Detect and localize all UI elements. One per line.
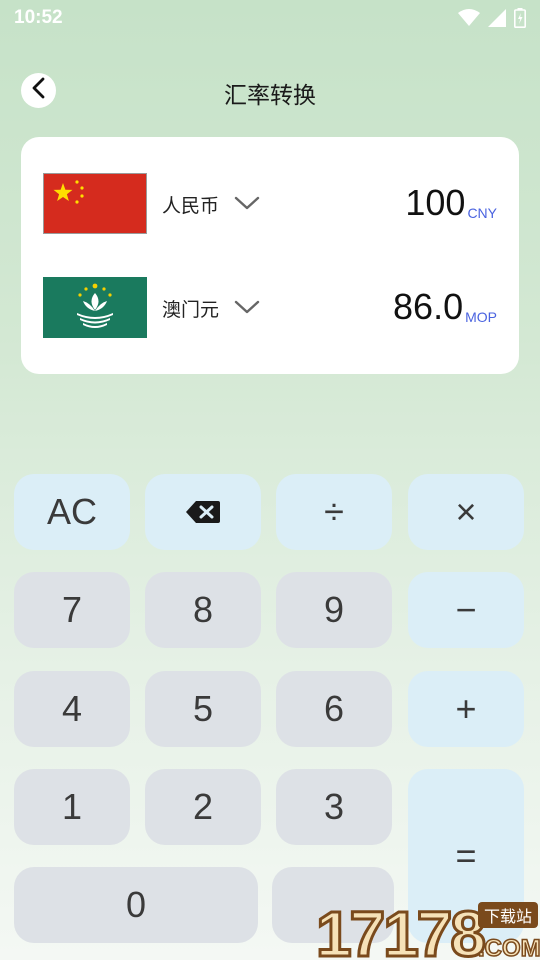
key-7[interactable]: 7	[14, 572, 130, 648]
cellular-signal-icon	[488, 9, 506, 27]
key-4[interactable]: 4	[14, 671, 130, 747]
plus-button[interactable]: +	[408, 671, 524, 747]
key-3[interactable]: 3	[276, 769, 392, 845]
key-9[interactable]: 9	[276, 572, 392, 648]
chevron-down-icon[interactable]	[233, 191, 261, 215]
currency-code-cny: CNY	[467, 205, 497, 221]
backspace-button[interactable]	[145, 474, 261, 550]
amount-cny[interactable]: 100 CNY	[405, 183, 497, 223]
amount-mop[interactable]: 86.0 MOP	[393, 287, 497, 327]
watermark-sub: 下载站	[484, 907, 532, 926]
minus-button[interactable]: −	[408, 572, 524, 648]
watermark-logo: 17178 下载站 .COM	[315, 897, 540, 960]
currency-name-cny[interactable]: 人民币	[162, 191, 219, 218]
key-0[interactable]: 0	[14, 867, 258, 943]
currency-row-cny[interactable]: 人民币 100 CNY	[21, 173, 519, 235]
key-1[interactable]: 1	[14, 769, 130, 845]
status-icons	[458, 8, 526, 28]
key-5[interactable]: 5	[145, 671, 261, 747]
chevron-down-icon[interactable]	[233, 295, 261, 319]
status-time: 10:52	[14, 7, 63, 28]
wifi-icon	[458, 9, 480, 27]
converter-card: 人民币 100 CNY 澳门元 86.0 MOP	[21, 137, 519, 374]
key-8[interactable]: 8	[145, 572, 261, 648]
clear-button[interactable]: AC	[14, 474, 130, 550]
key-2[interactable]: 2	[145, 769, 261, 845]
watermark-number: 17178	[316, 898, 484, 960]
watermark-domain: .COM	[478, 935, 540, 960]
amount-value-cny: 100	[405, 182, 466, 223]
status-bar: 10:52	[0, 0, 540, 36]
multiply-button[interactable]: ×	[408, 474, 524, 550]
page-title: 汇率转换	[224, 83, 316, 109]
currency-name-mop[interactable]: 澳门元	[162, 295, 219, 322]
divide-button[interactable]: ÷	[276, 474, 392, 550]
currency-row-mop[interactable]: 澳门元 86.0 MOP	[21, 277, 519, 339]
key-6[interactable]: 6	[276, 671, 392, 747]
backspace-icon	[185, 499, 221, 525]
battery-icon	[514, 8, 526, 28]
macau-flag-icon[interactable]	[43, 277, 147, 338]
amount-value-mop: 86.0	[393, 286, 464, 327]
top-bar: 汇率转换	[0, 70, 540, 112]
currency-code-mop: MOP	[465, 309, 497, 325]
china-flag-icon[interactable]	[43, 173, 147, 234]
